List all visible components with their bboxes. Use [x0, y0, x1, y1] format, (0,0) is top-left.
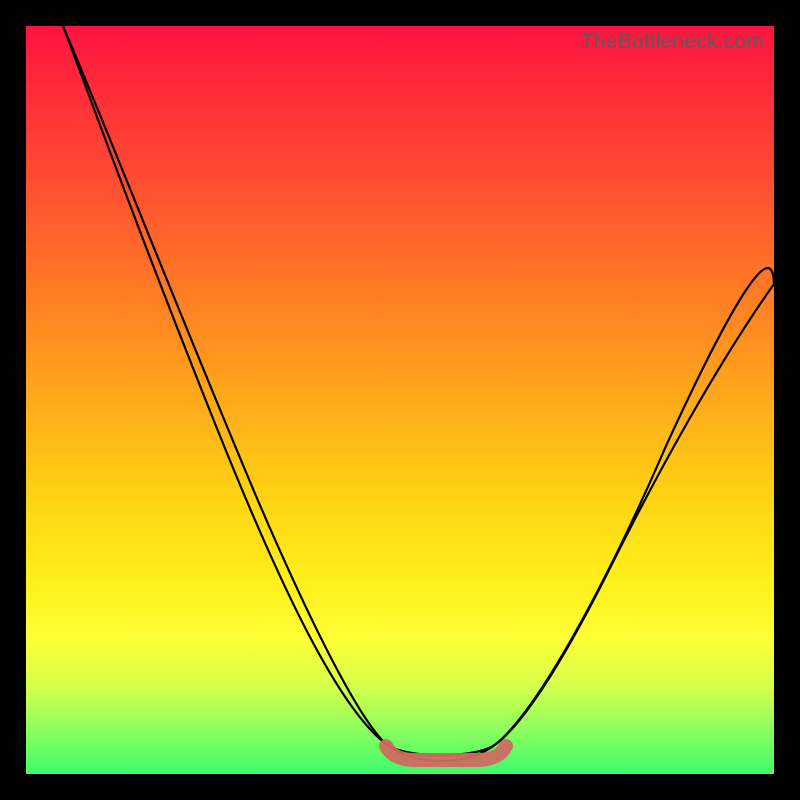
chart-svg: [26, 26, 774, 774]
bottleneck-curve: [63, 26, 774, 761]
bottleneck-curve-left: [63, 26, 386, 744]
plot-area: TheBottleneck.com: [26, 26, 774, 774]
chart-frame: TheBottleneck.com: [0, 0, 800, 800]
